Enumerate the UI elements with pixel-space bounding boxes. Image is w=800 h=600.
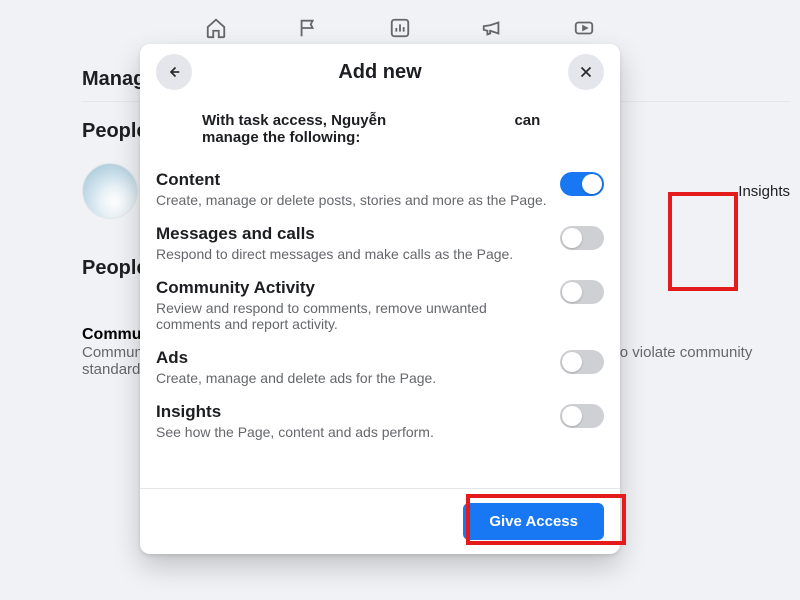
task-title: Messages and calls <box>156 224 548 244</box>
lead-name: Nguyễn <box>331 112 386 129</box>
task-title: Insights <box>156 402 548 422</box>
home-icon[interactable] <box>204 16 228 40</box>
task-row-community: Community Activity Review and respond to… <box>140 270 620 340</box>
task-desc: See how the Page, content and ads perfor… <box>156 424 548 440</box>
megaphone-icon[interactable] <box>480 16 504 40</box>
task-title: Ads <box>156 348 548 368</box>
back-button[interactable] <box>156 54 192 90</box>
close-button[interactable] <box>568 54 604 90</box>
toggle-insights[interactable] <box>560 404 604 428</box>
toggle-ads[interactable] <box>560 350 604 374</box>
add-new-modal: Add new With task access, Nguyễn can man… <box>140 44 620 554</box>
task-desc: Respond to direct messages and make call… <box>156 246 548 262</box>
give-access-button[interactable]: Give Access <box>463 503 604 540</box>
task-desc: Create, manage or delete posts, stories … <box>156 192 548 208</box>
task-title: Community Activity <box>156 278 548 298</box>
task-row-ads: Ads Create, manage and delete ads for th… <box>140 340 620 394</box>
video-icon[interactable] <box>572 16 596 40</box>
task-row-content: Content Create, manage or delete posts, … <box>140 160 620 216</box>
task-title: Content <box>156 170 548 190</box>
toggle-content[interactable] <box>560 172 604 196</box>
insights-icon[interactable] <box>388 16 412 40</box>
task-row-messages: Messages and calls Respond to direct mes… <box>140 216 620 270</box>
toggle-messages[interactable] <box>560 226 604 250</box>
task-row-insights: Insights See how the Page, content and a… <box>140 394 620 448</box>
flag-icon[interactable] <box>296 16 320 40</box>
avatar[interactable] <box>82 163 138 219</box>
lead-prefix: With task access, <box>202 112 331 129</box>
modal-footer: Give Access <box>140 488 620 554</box>
task-desc: Create, manage and delete ads for the Pa… <box>156 370 548 386</box>
modal-title: Add new <box>338 61 421 84</box>
person-tags: Insights <box>738 183 790 200</box>
modal-header: Add new <box>140 44 620 100</box>
modal-body: With task access, Nguyễn can manage the … <box>140 100 620 488</box>
lead-text: With task access, Nguyễn can manage the … <box>140 112 620 160</box>
toggle-community[interactable] <box>560 280 604 304</box>
task-desc: Review and respond to comments, remove u… <box>156 300 548 332</box>
